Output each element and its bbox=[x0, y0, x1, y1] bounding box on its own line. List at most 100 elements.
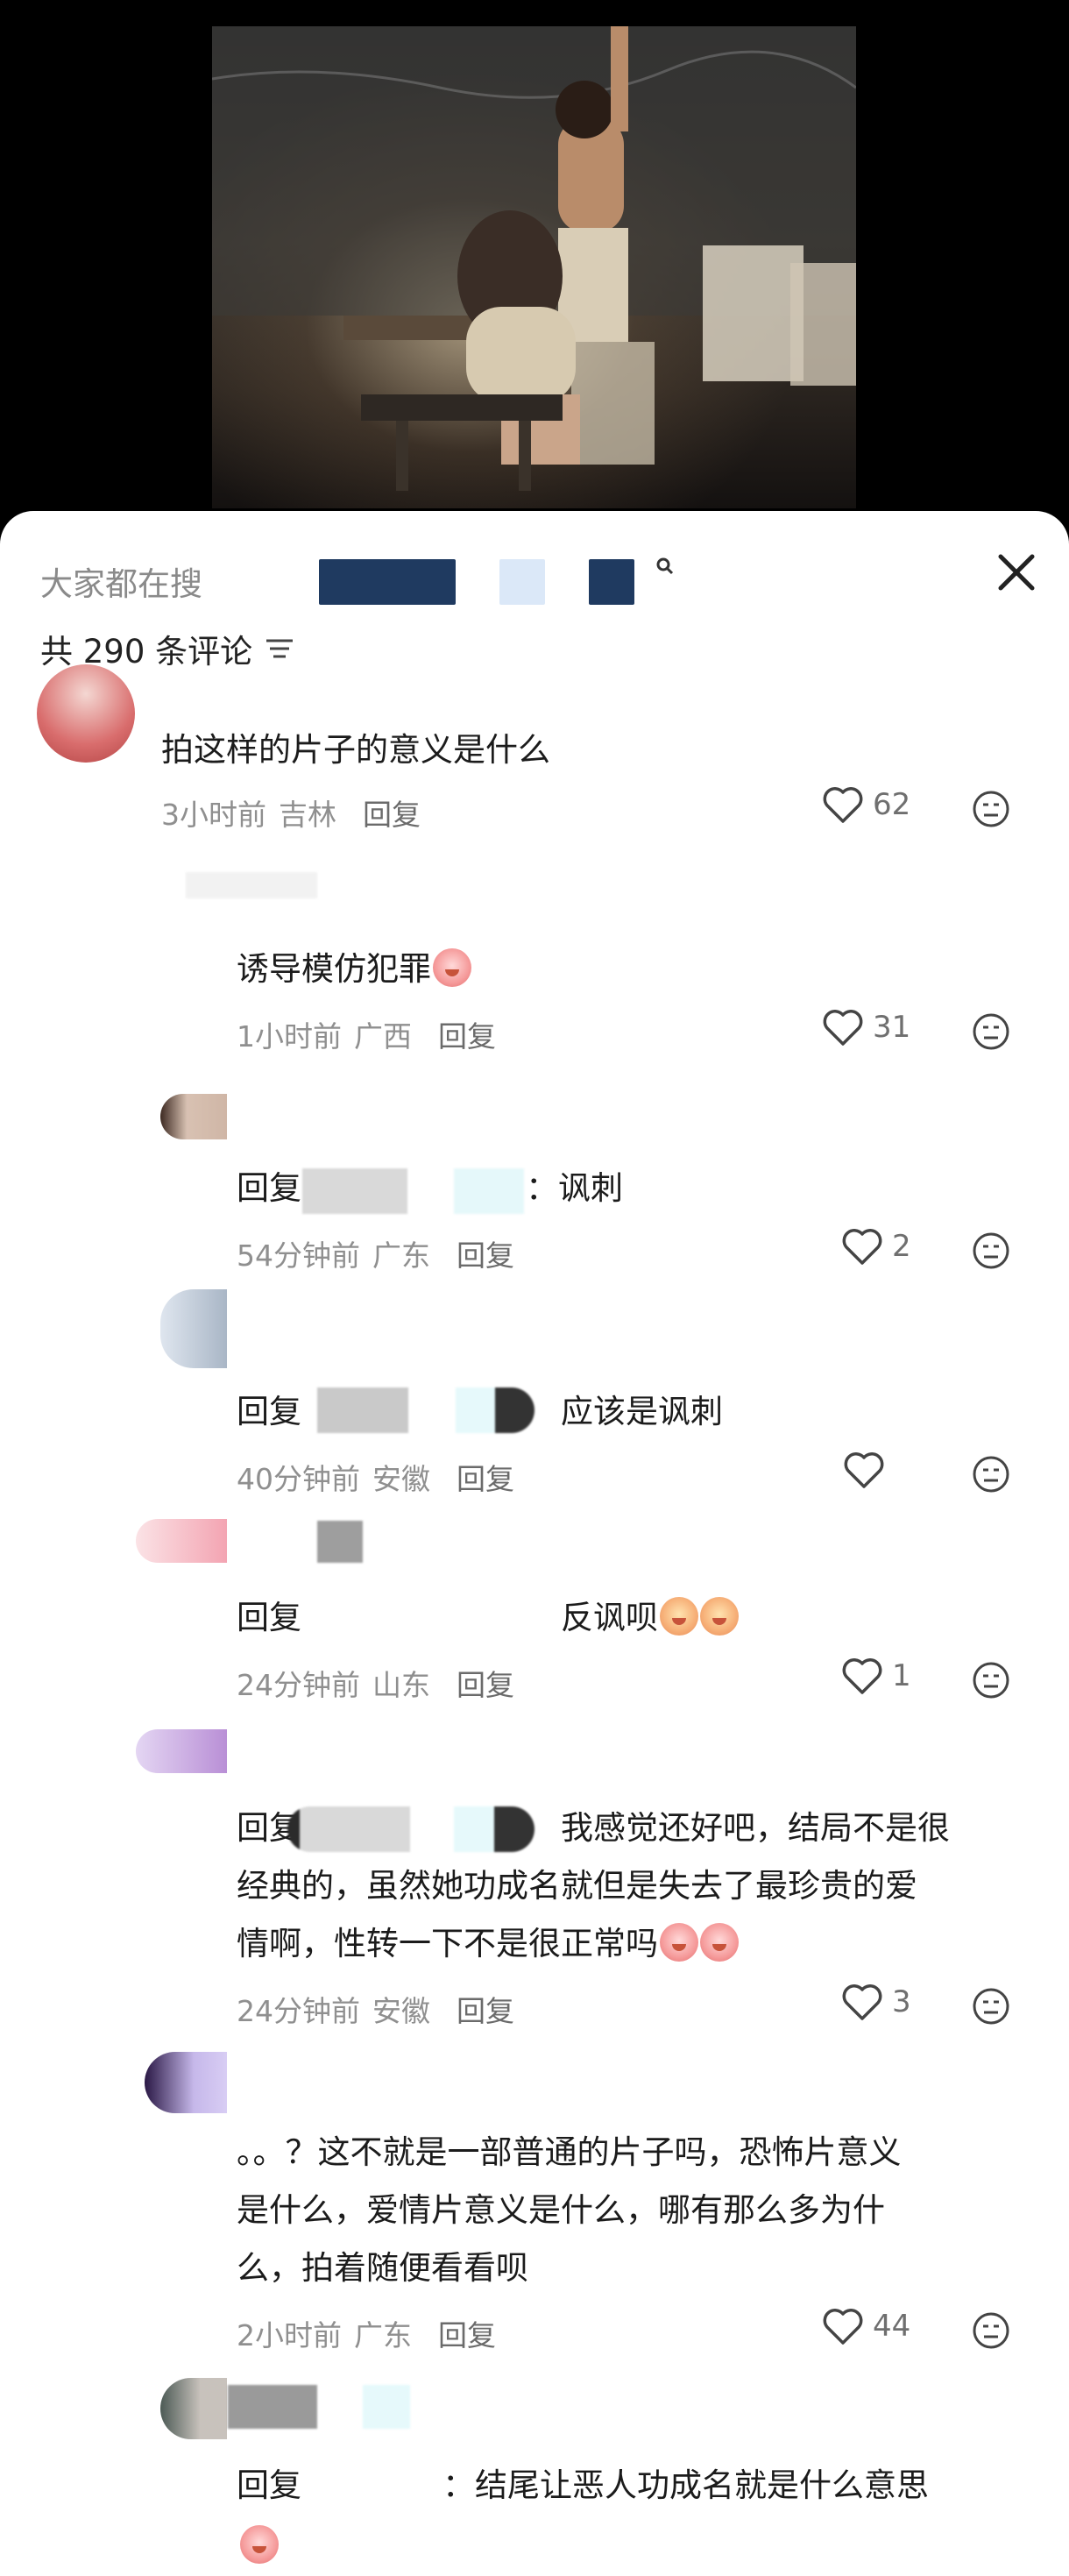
avatar[interactable] bbox=[160, 1094, 227, 1139]
avatar[interactable] bbox=[186, 872, 317, 898]
crying-emoji-icon bbox=[240, 2525, 279, 2564]
dislike-face-icon[interactable] bbox=[971, 1660, 1011, 1700]
comment-time: 24分钟前 bbox=[237, 1994, 360, 2028]
avatar[interactable] bbox=[136, 1519, 227, 1563]
comment-sheet: 大家都在搜 共 290 条评论 拍这样的片子的意义是什么 3小时前 吉林 回复 … bbox=[0, 511, 1069, 2576]
search-prefix-label: 大家都在搜 bbox=[40, 565, 202, 603]
redacted-username bbox=[454, 1806, 534, 1852]
comment-text: 我感觉还好吧，结局不是很 bbox=[561, 1809, 950, 1847]
dislike-face-icon[interactable] bbox=[971, 1011, 1011, 1052]
redacted-block bbox=[319, 559, 456, 605]
like-count: 3 bbox=[892, 1984, 911, 2019]
like-button[interactable]: 62 bbox=[822, 785, 910, 824]
comment-text: 应该是讽刺 bbox=[561, 1393, 723, 1430]
video-still-image bbox=[211, 26, 860, 491]
reply-button[interactable]: 回复 bbox=[438, 2312, 496, 2354]
comment-count: 共 290 条评论 bbox=[40, 633, 253, 671]
like-button[interactable]: 44 bbox=[822, 2307, 910, 2345]
like-count: 62 bbox=[873, 787, 911, 822]
comment-item: 诱导模仿犯罪 1小时前 广西 回复 31 bbox=[0, 872, 1069, 1081]
avatar[interactable] bbox=[145, 2052, 227, 2113]
comment-location: 广东 bbox=[372, 1238, 430, 1273]
heart-icon bbox=[842, 1229, 882, 1265]
video-player[interactable] bbox=[0, 0, 1069, 513]
avatar[interactable] bbox=[160, 1289, 227, 1368]
comment-meta: 3小时前 吉林 回复 bbox=[161, 791, 421, 834]
redacted-username bbox=[228, 2385, 317, 2429]
comment-meta: 1小时前 广西 回复 bbox=[237, 1013, 496, 1055]
grin-emoji-icon bbox=[660, 1597, 698, 1636]
heart-icon bbox=[842, 1984, 882, 2020]
crying-emoji-icon bbox=[433, 948, 471, 987]
redacted-username bbox=[317, 1387, 408, 1433]
comment-text: 反讽呗 bbox=[561, 1589, 739, 1647]
comment-item: 回复 我感觉还好吧，结局不是很 经典的，虽然她功成名就但是失去了最珍贵的爱 情啊… bbox=[0, 1729, 1069, 2054]
like-button[interactable]: 1 bbox=[841, 1657, 911, 1695]
comment-time: 2小时前 bbox=[237, 2318, 342, 2352]
like-count: 31 bbox=[873, 1010, 911, 1045]
comment-text: 回复 bbox=[237, 1599, 301, 1636]
heart-icon bbox=[844, 1452, 884, 1488]
comment-text: ：结尾让恶人功成名就是什么意思 bbox=[442, 2466, 929, 2504]
redacted-username bbox=[454, 1168, 524, 1214]
crying-emoji-icon bbox=[660, 1923, 698, 1962]
comment-text: 经典的，虽然她功成名就但是失去了最珍贵的爱 bbox=[237, 1867, 917, 1905]
reply-button[interactable]: 回复 bbox=[457, 1662, 514, 1704]
comment-item: 。。？这不就是一部普通的片子吗，恐怖片意义 是什么，爱情片意义是什么，哪有那么多… bbox=[0, 2052, 1069, 2387]
redacted-username bbox=[287, 1806, 410, 1852]
like-button[interactable]: 3 bbox=[841, 1983, 911, 2021]
avatar[interactable] bbox=[160, 2378, 227, 2439]
avatar[interactable] bbox=[136, 1729, 227, 1773]
comment-location: 广东 bbox=[354, 2318, 412, 2352]
comment-text: 是什么，爱情片意义是什么，哪有那么多为什 bbox=[237, 2191, 885, 2229]
avatar[interactable] bbox=[37, 664, 135, 763]
video-frame[interactable] bbox=[211, 26, 860, 508]
comment-meta: 24分钟前 安徽 回复 bbox=[237, 1988, 514, 2030]
comment-time: 1小时前 bbox=[237, 1019, 342, 1054]
search-icon[interactable] bbox=[655, 557, 675, 576]
comment-text: 么，拍着随便看看呗 bbox=[237, 2249, 528, 2287]
comment-time: 3小时前 bbox=[161, 798, 266, 832]
reply-button[interactable]: 回复 bbox=[457, 1456, 514, 1498]
comment-item: 回复 应该是讽刺 40分钟前 安徽 回复 bbox=[0, 1289, 1069, 1510]
comment-meta: 40分钟前 安徽 回复 bbox=[237, 1456, 514, 1498]
like-button[interactable] bbox=[843, 1451, 894, 1489]
dislike-face-icon[interactable] bbox=[971, 1986, 1011, 2026]
reply-button[interactable]: 回复 bbox=[457, 1988, 514, 2030]
sort-icon[interactable] bbox=[265, 635, 294, 662]
like-button[interactable]: 31 bbox=[822, 1008, 910, 1047]
search-suggestion-bar[interactable]: 大家都在搜 bbox=[40, 555, 202, 607]
comment-item: 回复 ：结尾让恶人功成名就是什么意思 bbox=[0, 2378, 1069, 2576]
reply-button[interactable]: 回复 bbox=[438, 1013, 496, 1055]
comment-item: 拍这样的片子的意义是什么 3小时前 吉林 回复 62 bbox=[0, 664, 1069, 870]
reply-button[interactable]: 回复 bbox=[363, 791, 421, 834]
like-button[interactable]: 2 bbox=[841, 1227, 911, 1266]
like-count: 1 bbox=[892, 1658, 911, 1693]
crying-emoji-icon bbox=[700, 1923, 739, 1962]
close-icon[interactable] bbox=[990, 546, 1043, 599]
heart-icon bbox=[823, 1010, 863, 1046]
redacted-block bbox=[499, 559, 545, 605]
heart-icon bbox=[823, 787, 863, 823]
comment-text: 拍这样的片子的意义是什么 bbox=[161, 731, 550, 769]
dislike-face-icon[interactable] bbox=[971, 1231, 1011, 1271]
dislike-face-icon[interactable] bbox=[971, 789, 1011, 829]
redacted-username bbox=[456, 1387, 534, 1433]
reply-button[interactable]: 回复 bbox=[457, 1232, 514, 1274]
comment-text: 回复 bbox=[237, 2466, 301, 2504]
comment-text: 回复 bbox=[237, 1393, 301, 1430]
comment-meta: 54分钟前 广东 回复 bbox=[237, 1232, 514, 1274]
comment-text: 回复 bbox=[237, 1169, 301, 1207]
comment-meta: 2小时前 广东 回复 bbox=[237, 2312, 496, 2354]
comment-item: 回复 ：讽刺 54分钟前 广东 回复 2 bbox=[0, 1089, 1069, 1291]
comment-time: 24分钟前 bbox=[237, 1668, 360, 1702]
comment-time: 40分钟前 bbox=[237, 1462, 360, 1496]
dislike-face-icon[interactable] bbox=[971, 1454, 1011, 1494]
heart-icon bbox=[842, 1658, 882, 1694]
redacted-username bbox=[317, 1521, 363, 1563]
comment-text: ：讽刺 bbox=[526, 1169, 623, 1207]
dislike-face-icon[interactable] bbox=[971, 2310, 1011, 2351]
comment-location: 山东 bbox=[372, 1668, 430, 1702]
grin-emoji-icon bbox=[700, 1597, 739, 1636]
like-count: 44 bbox=[873, 2309, 911, 2344]
